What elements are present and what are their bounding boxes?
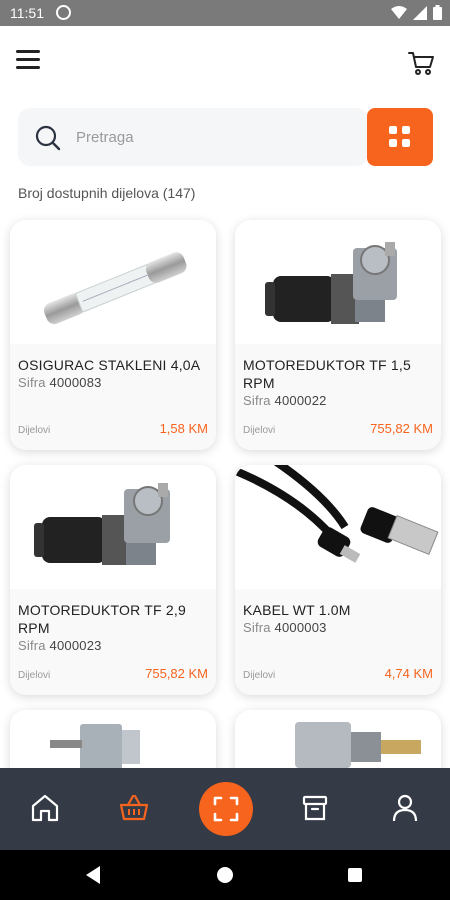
grid-icon <box>389 126 397 134</box>
product-info: MOTOREDUKTOR TF 1,5 RPM Sifra 4000022 Di… <box>235 344 441 450</box>
product-name: KABEL WT 1.0M <box>243 602 351 618</box>
product-category: Dijelovi <box>243 670 276 681</box>
home-icon <box>31 794 59 822</box>
menu-icon-line <box>16 50 40 53</box>
status-bar: 11:51 <box>0 0 450 26</box>
scan-button[interactable] <box>199 782 253 836</box>
product-code-value: 4000083 <box>49 375 102 390</box>
product-name: OSIGURAC STAKLENI 4,0A <box>18 357 201 373</box>
product-name: MOTOREDUKTOR TF 2,9 RPM <box>18 602 186 636</box>
cart-icon <box>408 52 434 75</box>
menu-icon-line <box>16 58 40 61</box>
product-price: 1,58 KM <box>159 421 208 436</box>
product-name-block: MOTOREDUKTOR TF 1,5 RPM Sifra 4000022 <box>243 356 433 410</box>
basket-icon <box>119 794 149 821</box>
box-icon <box>302 795 328 821</box>
product-image-usb-cable <box>235 465 441 589</box>
product-image-gear-motor <box>10 465 216 589</box>
code-label: Sifra <box>18 375 46 390</box>
product-info: MOTOREDUKTOR TF 2,9 RPM Sifra 4000023 Di… <box>10 589 216 695</box>
product-info: OSIGURAC STAKLENI 4,0A Sifra 4000083 Dij… <box>10 344 216 450</box>
home-circle-icon[interactable] <box>217 867 233 883</box>
product-name-block: MOTOREDUKTOR TF 2,9 RPM Sifra 4000023 <box>18 601 208 655</box>
product-code-value: 4000003 <box>274 620 327 635</box>
search-row <box>18 108 433 166</box>
bottom-navigation <box>0 768 450 850</box>
product-category: Dijelovi <box>18 670 51 681</box>
product-name-block: KABEL WT 1.0M Sifra 4000003 <box>243 601 433 637</box>
product-name-block: OSIGURAC STAKLENI 4,0A Sifra 4000083 <box>18 356 208 392</box>
grid-view-button[interactable] <box>367 108 433 166</box>
search-input[interactable] <box>76 108 356 166</box>
product-price: 755,82 KM <box>145 666 208 681</box>
product-card[interactable]: KABEL WT 1.0M Sifra 4000003 Dijelovi 4,7… <box>235 465 441 695</box>
available-parts-count: Broj dostupnih dijelova (147) <box>18 185 196 201</box>
signal-icon <box>413 5 427 20</box>
recents-icon[interactable] <box>348 868 362 882</box>
nav-basket[interactable] <box>116 790 152 826</box>
battery-icon <box>433 5 442 20</box>
status-icons <box>391 5 442 20</box>
nav-home[interactable] <box>27 790 63 826</box>
code-label: Sifra <box>243 393 271 408</box>
product-category: Dijelovi <box>18 425 51 436</box>
product-name: MOTOREDUKTOR TF 1,5 RPM <box>243 357 411 391</box>
search-icon <box>35 125 61 151</box>
menu-icon-line <box>16 66 40 69</box>
system-navigation-bar <box>0 850 450 900</box>
app-bar <box>0 26 450 98</box>
product-code-value: 4000023 <box>49 638 102 653</box>
grid-icon <box>402 139 410 147</box>
nav-profile[interactable] <box>387 790 423 826</box>
grid-icon <box>389 139 397 147</box>
product-category: Dijelovi <box>243 425 276 436</box>
profile-icon <box>392 794 418 822</box>
product-code: Sifra 4000022 <box>243 392 433 410</box>
product-code: Sifra 4000083 <box>18 374 208 392</box>
code-label: Sifra <box>243 620 271 635</box>
menu-button[interactable] <box>14 50 44 74</box>
product-price: 755,82 KM <box>370 421 433 436</box>
product-card[interactable]: MOTOREDUKTOR TF 2,9 RPM Sifra 4000023 Di… <box>10 465 216 695</box>
search-box <box>18 108 368 166</box>
scan-icon <box>213 796 239 822</box>
product-code: Sifra 4000003 <box>243 619 433 637</box>
product-code: Sifra 4000023 <box>18 637 208 655</box>
product-card[interactable]: OSIGURAC STAKLENI 4,0A Sifra 4000083 Dij… <box>10 220 216 450</box>
cart-button[interactable] <box>406 48 436 78</box>
product-price: 4,74 KM <box>384 666 433 681</box>
status-time: 11:51 <box>10 5 44 21</box>
product-info: KABEL WT 1.0M Sifra 4000003 Dijelovi 4,7… <box>235 589 441 695</box>
product-image-glass-fuse <box>10 220 216 344</box>
wifi-icon <box>391 5 407 19</box>
code-label: Sifra <box>18 638 46 653</box>
back-icon[interactable] <box>86 866 100 884</box>
nav-box[interactable] <box>297 790 333 826</box>
product-image-gear-motor <box>235 220 441 344</box>
data-saver-icon <box>56 5 71 20</box>
product-code-value: 4000022 <box>274 393 327 408</box>
product-card[interactable]: MOTOREDUKTOR TF 1,5 RPM Sifra 4000022 Di… <box>235 220 441 450</box>
grid-icon <box>402 126 410 134</box>
